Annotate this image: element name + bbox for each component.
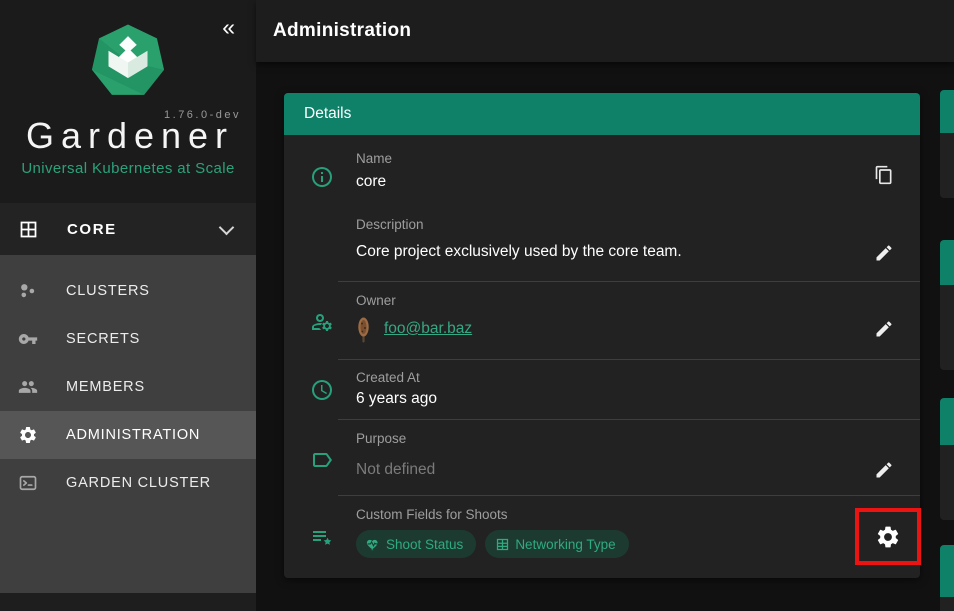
sidebar-item-administration[interactable]: ADMINISTRATION bbox=[0, 411, 256, 459]
edit-icon bbox=[874, 460, 894, 480]
custom-fields-chips: Shoot Status Networking Type bbox=[356, 530, 920, 558]
copy-name-button[interactable] bbox=[874, 163, 898, 187]
project-selector-label: CORE bbox=[67, 221, 117, 238]
main-area: Administration Details Name core bbox=[256, 0, 954, 611]
partial-card-header bbox=[940, 398, 954, 445]
sidebar-item-label: MEMBERS bbox=[66, 379, 145, 395]
owner-label: Owner bbox=[356, 293, 920, 309]
chip-shoot-status: Shoot Status bbox=[356, 530, 476, 558]
created-at-row: Created At 6 years ago bbox=[284, 360, 920, 420]
terminal-icon bbox=[18, 473, 38, 493]
label-icon bbox=[310, 448, 334, 472]
copy-icon bbox=[874, 165, 894, 185]
sidebar-footer bbox=[0, 593, 256, 611]
page-title: Administration bbox=[273, 20, 411, 42]
manage-accounts-icon bbox=[310, 310, 334, 334]
sidebar-item-clusters[interactable]: CLUSTERS bbox=[0, 267, 256, 315]
partial-card-body bbox=[940, 133, 954, 198]
partial-card-header bbox=[940, 240, 954, 285]
sidebar-menu: CLUSTERS SECRETS MEMBERS ADMINISTRATION bbox=[0, 255, 256, 593]
partial-card-body bbox=[940, 285, 954, 370]
partial-card bbox=[940, 90, 954, 198]
details-card-title: Details bbox=[304, 105, 351, 123]
name-label: Name bbox=[356, 151, 920, 167]
gear-icon bbox=[18, 425, 38, 445]
partial-card bbox=[940, 240, 954, 370]
gardener-dashboard: « 1.76.0-dev Gardener Universal Kubernet… bbox=[0, 0, 954, 611]
partial-card-body bbox=[940, 597, 954, 611]
sidebar-header: « 1.76.0-dev Gardener Universal Kubernet… bbox=[0, 0, 256, 203]
partial-card-body bbox=[940, 445, 954, 520]
collapse-sidebar-icon[interactable]: « bbox=[222, 16, 235, 39]
partial-card-header bbox=[940, 90, 954, 133]
click-target-highlight bbox=[855, 508, 921, 565]
created-at-value: 6 years ago bbox=[356, 389, 920, 409]
heart-pulse-icon bbox=[366, 537, 381, 552]
grid-view-icon bbox=[18, 219, 39, 240]
chip-label: Networking Type bbox=[515, 537, 615, 552]
sidebar-item-label: SECRETS bbox=[66, 331, 140, 347]
scatter-plot-icon bbox=[18, 281, 38, 301]
clock-icon bbox=[310, 378, 334, 402]
sidebar-item-garden-cluster[interactable]: GARDEN CLUSTER bbox=[0, 459, 256, 507]
sidebar: « 1.76.0-dev Gardener Universal Kubernet… bbox=[0, 0, 256, 611]
owner-email-link[interactable]: foo@bar.baz bbox=[384, 320, 472, 338]
brand-tagline: Universal Kubernetes at Scale bbox=[0, 160, 256, 177]
gardener-logo bbox=[90, 22, 166, 101]
owner-value-line: foo@bar.baz bbox=[356, 315, 920, 343]
edit-icon bbox=[874, 243, 894, 263]
name-value: core bbox=[356, 172, 920, 192]
name-row: Name core bbox=[284, 135, 920, 205]
details-card-body: Name core Description Core project exclu… bbox=[284, 135, 920, 578]
purpose-row: Purpose Not defined bbox=[284, 420, 920, 496]
purpose-value: Not defined bbox=[356, 460, 920, 480]
chevron-down-icon bbox=[219, 219, 235, 235]
project-selector[interactable]: CORE bbox=[0, 203, 256, 255]
group-icon bbox=[18, 377, 38, 397]
app-bar: Administration bbox=[256, 0, 954, 62]
owner-avatar bbox=[356, 315, 371, 343]
edit-icon bbox=[874, 319, 894, 339]
key-icon bbox=[18, 329, 38, 349]
partial-card bbox=[940, 398, 954, 520]
description-value: Core project exclusively used by the cor… bbox=[356, 242, 920, 262]
brand-wordmark: Gardener bbox=[0, 115, 256, 157]
sidebar-item-label: ADMINISTRATION bbox=[66, 427, 200, 443]
details-card: Details Name core bbox=[284, 93, 920, 578]
owner-row: Owner foo@bar.baz bbox=[284, 282, 920, 360]
partial-card-header bbox=[940, 545, 954, 597]
chip-label: Shoot Status bbox=[386, 537, 463, 552]
list-star-icon bbox=[310, 525, 334, 549]
sidebar-item-members[interactable]: MEMBERS bbox=[0, 363, 256, 411]
custom-fields-row: Custom Fields for Shoots Shoot Status bbox=[284, 496, 920, 578]
info-icon bbox=[310, 165, 334, 189]
edit-owner-button[interactable] bbox=[874, 317, 898, 341]
description-row: Description Core project exclusively use… bbox=[284, 205, 920, 282]
custom-fields-label: Custom Fields for Shoots bbox=[356, 507, 920, 523]
description-label: Description bbox=[356, 217, 920, 233]
purpose-label: Purpose bbox=[356, 431, 920, 447]
table-grid-icon bbox=[495, 537, 510, 552]
created-at-label: Created At bbox=[356, 370, 920, 386]
edit-purpose-button[interactable] bbox=[874, 458, 898, 482]
sidebar-item-label: CLUSTERS bbox=[66, 283, 150, 299]
details-card-header: Details bbox=[284, 93, 920, 135]
chip-networking-type: Networking Type bbox=[485, 530, 628, 558]
settings-gear-icon bbox=[875, 524, 901, 550]
edit-description-button[interactable] bbox=[874, 241, 898, 265]
sidebar-item-secrets[interactable]: SECRETS bbox=[0, 315, 256, 363]
partial-card bbox=[940, 545, 954, 611]
custom-fields-settings-button[interactable] bbox=[875, 524, 901, 550]
sidebar-item-label: GARDEN CLUSTER bbox=[66, 475, 211, 491]
